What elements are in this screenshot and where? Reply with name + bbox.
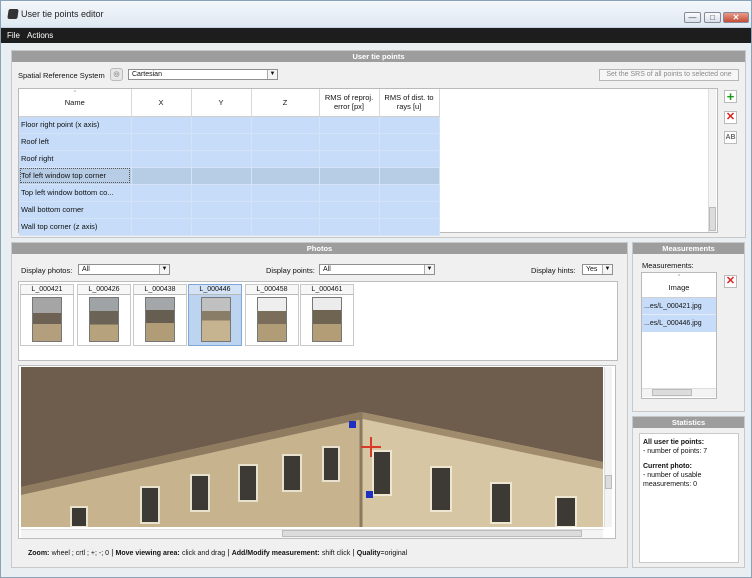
tiepoints-table: ^ Name X Y Z RMS of reproj. error [px] RM…	[19, 89, 440, 236]
title-bar: User tie points editor — □ ✕	[1, 1, 751, 28]
list-item[interactable]: ...es/L_000421.jpg	[642, 298, 716, 315]
table-row-selected[interactable]: Tof left window top corner	[19, 167, 440, 185]
row-name: Wall bottom corner	[19, 201, 132, 219]
tiepoints-header: User tie points	[12, 51, 745, 62]
sort-arrow-icon: ^	[73, 90, 76, 96]
maximize-button[interactable]: □	[704, 12, 721, 23]
tie-point-marker[interactable]	[349, 421, 356, 428]
photos-header: Photos	[12, 243, 627, 254]
scrollbar-thumb[interactable]	[709, 207, 716, 231]
row-name: Floor right point (x axis)	[19, 116, 132, 134]
table-row[interactable]: Floor right point (x axis)	[19, 116, 440, 134]
thumbnail[interactable]: L_000421	[20, 284, 74, 346]
row-name: Top left window bottom co...	[19, 184, 132, 202]
thumbnail-label: L_000458	[246, 285, 298, 295]
measurements-header: Measurements	[633, 243, 744, 254]
measurements-hscrollbar[interactable]	[642, 388, 716, 397]
thumbnail-image	[89, 297, 119, 342]
display-photos-label: Display photos:	[21, 266, 73, 275]
thumbnail[interactable]: L_000461	[300, 284, 354, 346]
display-points-select[interactable]: All ▼	[319, 264, 435, 275]
set-srs-button[interactable]: Set the SRS of all points to selected on…	[599, 69, 739, 81]
display-hints-label: Display hints:	[531, 266, 576, 275]
stats-current-title: Current photo:	[643, 463, 692, 470]
table-row[interactable]: Roof right	[19, 150, 440, 168]
srs-label: Spatial Reference System	[18, 71, 105, 80]
row-name: Roof left	[19, 133, 132, 151]
statistics-header: Statistics	[633, 417, 744, 428]
delete-measurement-icon[interactable]: ✕	[724, 275, 737, 288]
thumbnail[interactable]: L_000458	[245, 284, 299, 346]
thumbnail-image	[32, 297, 62, 342]
status-hint: Zoom: wheel ; crtl ; +; -; 0 | Move view…	[28, 548, 408, 557]
col-rms-reproj[interactable]: RMS of reproj. error [px]	[319, 89, 380, 117]
menu-actions[interactable]: Actions	[27, 31, 53, 40]
building-photo	[21, 367, 603, 527]
minimize-button[interactable]: —	[684, 12, 701, 23]
thumbnail-selected[interactable]: L_000446	[188, 284, 242, 346]
thumbnail-label: L_000421	[21, 285, 73, 295]
col-y[interactable]: Y	[191, 89, 252, 117]
tie-point-marker[interactable]	[366, 491, 373, 498]
table-row[interactable]: Wall top corner (z axis)	[19, 218, 440, 236]
display-photos-select[interactable]: All ▼	[78, 264, 170, 275]
photo-vscrollbar[interactable]	[604, 367, 612, 527]
chevron-down-icon: ▼	[602, 265, 612, 274]
col-image[interactable]: ^ Image	[642, 273, 716, 298]
editor-window: User tie points editor — □ ✕ File Action…	[0, 0, 752, 578]
stats-current-detail-2: measurements: 0	[643, 481, 698, 488]
scrollbar-thumb[interactable]	[652, 389, 692, 396]
scrollbar-thumb[interactable]	[605, 475, 612, 489]
table-row[interactable]: Roof left	[19, 133, 440, 151]
table-row[interactable]: Top left window bottom co...	[19, 184, 440, 202]
thumbnail-label: L_000426	[78, 285, 130, 295]
menu-bar: File Actions	[1, 28, 751, 43]
thumbnail-label: L_000446	[189, 285, 241, 295]
window-title: User tie points editor	[21, 9, 104, 19]
table-row[interactable]: Wall bottom corner	[19, 201, 440, 219]
thumbnail[interactable]: L_000438	[133, 284, 187, 346]
row-name: Roof right	[19, 150, 132, 168]
display-points-label: Display points:	[266, 266, 315, 275]
thumbnail-label: L_000438	[134, 285, 186, 295]
photo-hscrollbar[interactable]	[21, 529, 603, 538]
thumbnail[interactable]: L_000426	[77, 284, 131, 346]
tiepoints-scrollbar[interactable]	[708, 89, 716, 232]
delete-point-icon[interactable]: ✕	[724, 111, 737, 124]
rename-point-icon[interactable]: AB	[724, 131, 737, 144]
col-rms-dist[interactable]: RMS of dist. to rays [u]	[379, 89, 440, 117]
thumbnail-label: L_000461	[301, 285, 353, 295]
sort-arrow-icon: ^	[677, 274, 681, 280]
srs-globe-icon[interactable]: ◎	[110, 68, 123, 81]
list-item[interactable]: ...es/L_000446.jpg	[642, 315, 716, 332]
chevron-down-icon: ▼	[424, 265, 434, 274]
menu-file[interactable]: File	[7, 31, 20, 40]
col-z[interactable]: Z	[251, 89, 320, 117]
chevron-down-icon: ▼	[159, 265, 169, 274]
app-icon	[7, 9, 19, 19]
row-name: Tof left window top corner	[19, 167, 132, 185]
display-hints-select[interactable]: Yes ▼	[582, 264, 613, 275]
stats-current-detail: - number of usable	[643, 472, 702, 479]
srs-select[interactable]: Cartesian ▼	[128, 69, 278, 80]
thumbnail-image	[201, 297, 231, 342]
stats-all-title: All user tie points:	[643, 439, 705, 446]
scrollbar-thumb[interactable]	[282, 530, 582, 537]
srs-select-value: Cartesian	[132, 71, 162, 78]
col-x[interactable]: X	[131, 89, 192, 117]
row-name: Wall top corner (z axis)	[19, 218, 132, 236]
close-button[interactable]: ✕	[723, 12, 749, 23]
measurements-label: Measurements:	[642, 261, 694, 270]
measurements-list: ^ Image ...es/L_000421.jpg ...es/L_00044…	[641, 272, 717, 399]
statistics-box: All user tie points: - number of points:…	[639, 433, 739, 563]
add-point-icon[interactable]: +	[724, 90, 737, 103]
stats-all-detail: - number of points: 7	[643, 448, 708, 455]
chevron-down-icon: ▼	[267, 70, 277, 79]
thumbnail-image	[257, 297, 287, 342]
photo-viewer[interactable]	[21, 367, 603, 527]
thumbnail-image	[312, 297, 342, 342]
thumbnail-image	[145, 297, 175, 342]
col-name[interactable]: ^ Name	[19, 89, 132, 117]
